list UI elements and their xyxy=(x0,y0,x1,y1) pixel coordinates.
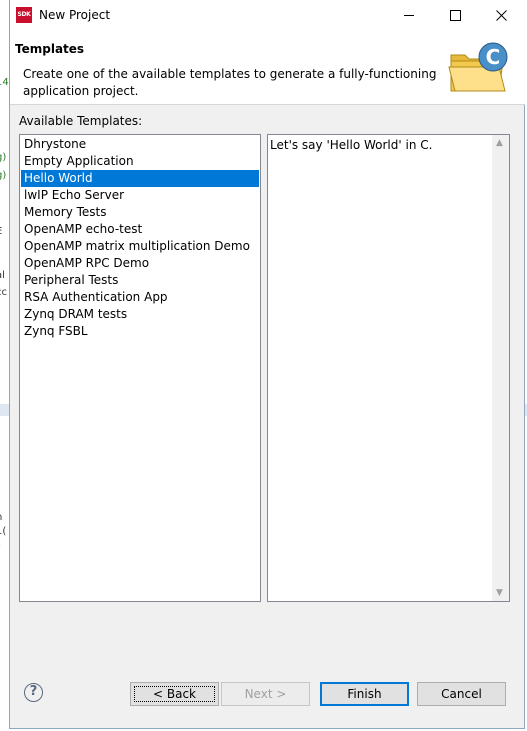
list-item[interactable]: OpenAMP RPC Demo xyxy=(21,255,259,272)
list-item[interactable]: Memory Tests xyxy=(21,204,259,221)
scroll-up-icon[interactable]: ▲ xyxy=(496,138,503,148)
close-icon xyxy=(495,10,507,21)
list-item[interactable]: Peripheral Tests xyxy=(21,272,259,289)
help-button[interactable]: ? xyxy=(24,683,43,702)
sdk-app-icon: SDK xyxy=(16,7,32,23)
finish-button[interactable]: Finish xyxy=(320,682,409,706)
description-scrollbar[interactable]: ▲ ▼ xyxy=(492,135,509,601)
background-window-edge: 14 g) g) E al cc , n 1( r xyxy=(0,0,9,731)
new-project-dialog: SDK New Project Templates Create one of … xyxy=(9,0,525,729)
maximize-button[interactable] xyxy=(432,0,478,31)
list-item[interactable]: Zynq FSBL xyxy=(21,323,259,340)
close-button[interactable] xyxy=(478,0,524,31)
page-title: Templates xyxy=(15,42,85,56)
available-templates-label: Available Templates: xyxy=(19,114,143,128)
next-button[interactable]: Next > xyxy=(221,682,310,706)
maximize-icon xyxy=(449,10,461,21)
page-description: Create one of the available templates to… xyxy=(23,67,437,98)
window-title: New Project xyxy=(39,8,111,22)
cancel-button[interactable]: Cancel xyxy=(417,682,506,706)
wizard-banner: Templates Create one of the available te… xyxy=(10,31,525,105)
templates-list[interactable]: Dhrystone Empty Application Hello World … xyxy=(19,134,261,602)
back-button[interactable]: < Back xyxy=(130,682,219,706)
list-item[interactable]: Zynq DRAM tests xyxy=(21,306,259,323)
template-description-panel: Let's say 'Hello World' in C. ▲ ▼ xyxy=(267,134,510,602)
list-item[interactable]: Dhrystone xyxy=(21,136,259,153)
list-item[interactable]: Empty Application xyxy=(21,153,259,170)
scroll-down-icon[interactable]: ▼ xyxy=(496,588,503,598)
list-item[interactable]: lwIP Echo Server xyxy=(21,187,259,204)
list-item[interactable]: OpenAMP echo-test xyxy=(21,221,259,238)
minimize-button[interactable] xyxy=(386,0,432,31)
svg-text:C: C xyxy=(486,45,501,69)
c-project-folder-icon: C xyxy=(448,42,508,92)
title-bar[interactable]: SDK New Project xyxy=(10,0,525,31)
minimize-icon xyxy=(403,15,414,16)
list-item[interactable]: RSA Authentication App xyxy=(21,289,259,306)
list-item-selected[interactable]: Hello World xyxy=(21,170,259,187)
list-item[interactable]: OpenAMP matrix multiplication Demo xyxy=(21,238,259,255)
template-description: Let's say 'Hello World' in C. xyxy=(270,138,433,152)
